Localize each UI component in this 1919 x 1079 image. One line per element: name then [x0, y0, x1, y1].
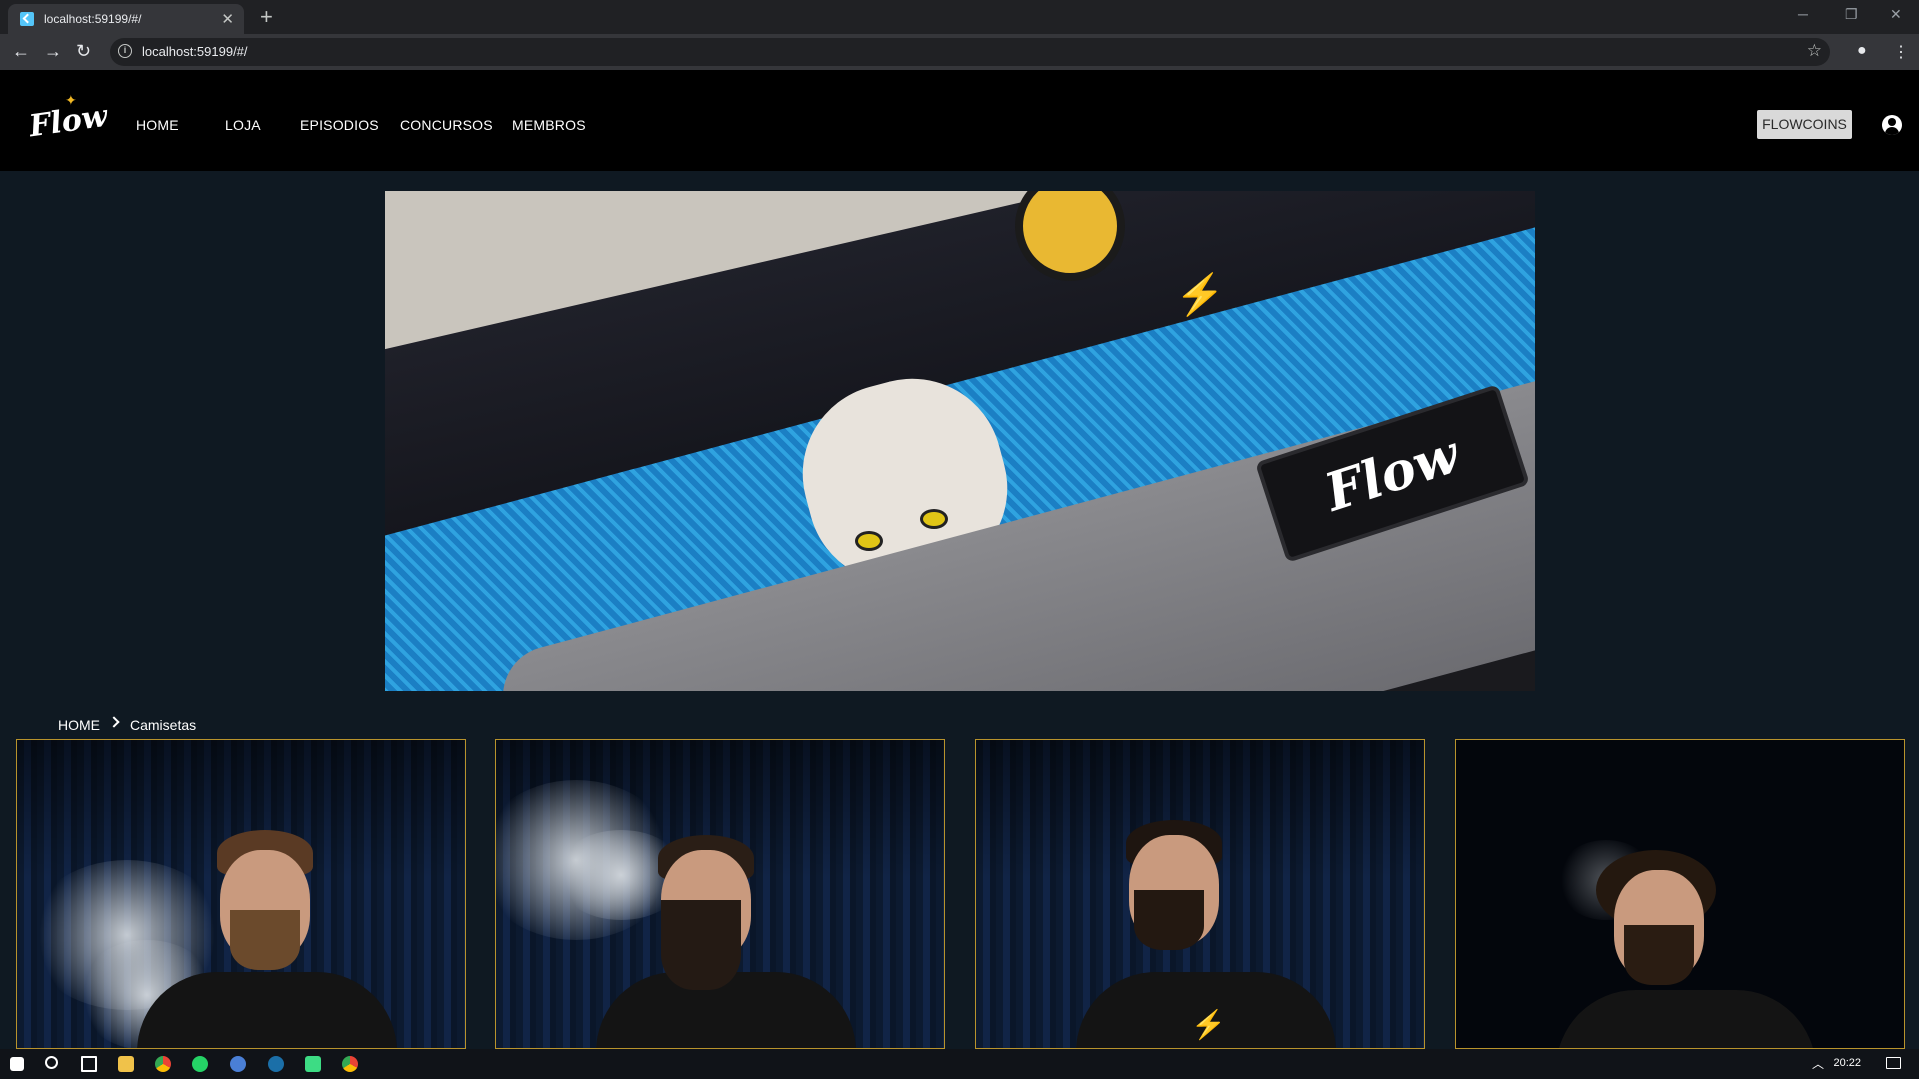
breadcrumb-home[interactable]: HOME: [58, 717, 100, 733]
nav-episodios[interactable]: EPISODIOS: [300, 117, 379, 133]
flowcoins-button[interactable]: FLOWCOINS: [1757, 110, 1852, 139]
lightning-bolt-icon: ⚡: [1191, 1009, 1226, 1040]
nav-home[interactable]: HOME: [136, 117, 179, 133]
nav-concursos[interactable]: CONCURSOS: [400, 117, 493, 133]
product-card[interactable]: ⚡: [975, 739, 1425, 1049]
taskbar-clock[interactable]: 20:22: [1833, 1057, 1861, 1069]
chevron-up-icon[interactable]: ︿: [1812, 1055, 1824, 1072]
logo-text: Flow: [26, 98, 110, 145]
close-window-icon[interactable]: ✕: [1890, 6, 1902, 23]
browser-tabstrip: localhost:59199/#/ ✕ + ─ ❐ ✕: [0, 0, 1919, 34]
address-bar[interactable]: i localhost:59199/#/ ☆: [110, 38, 1830, 66]
forward-icon[interactable]: →: [44, 40, 62, 62]
browser-toolbar: ← → ↻ i localhost:59199/#/ ☆ ● ⋮: [0, 34, 1919, 70]
chevron-right-icon: [108, 716, 120, 728]
task-view-icon[interactable]: [81, 1056, 97, 1072]
windows-start-icon[interactable]: [10, 1057, 24, 1071]
minimize-icon[interactable]: ─: [1798, 6, 1808, 22]
url-text[interactable]: localhost:59199/#/: [142, 44, 248, 59]
menu-dots-icon[interactable]: ⋮: [1893, 42, 1909, 62]
breadcrumb-current: Camisetas: [130, 717, 197, 733]
tab-close-icon[interactable]: ✕: [221, 10, 234, 28]
chrome-icon[interactable]: [342, 1056, 358, 1072]
restore-icon[interactable]: ❐: [1845, 6, 1858, 23]
back-icon[interactable]: ←: [12, 40, 30, 62]
tab-title: localhost:59199/#/: [44, 12, 142, 26]
whatsapp-icon[interactable]: [192, 1056, 208, 1072]
bookmark-star-icon[interactable]: ☆: [1807, 41, 1822, 61]
hero-banner-image: ⚡ ⚡ Flow: [385, 191, 1535, 691]
notification-icon[interactable]: [1886, 1057, 1901, 1069]
android-studio-icon[interactable]: [305, 1056, 321, 1072]
flow-logo[interactable]: ✦ Flow: [25, 92, 110, 146]
chrome-icon[interactable]: [155, 1056, 171, 1072]
patch-text: Flow: [1317, 423, 1467, 524]
search-icon[interactable]: [45, 1056, 58, 1069]
windows-taskbar: ︿ 20:22: [0, 1049, 1919, 1079]
new-tab-button[interactable]: +: [260, 4, 273, 30]
product-card[interactable]: [16, 739, 466, 1049]
steam-icon[interactable]: [268, 1056, 284, 1072]
account-circle-icon[interactable]: [1882, 115, 1902, 135]
flutter-favicon-icon: [20, 12, 34, 26]
product-card[interactable]: [495, 739, 945, 1049]
site-info-icon[interactable]: i: [118, 44, 132, 58]
product-card[interactable]: [1455, 739, 1905, 1049]
browser-tab[interactable]: localhost:59199/#/ ✕: [8, 4, 244, 34]
nav-membros[interactable]: MEMBROS: [512, 117, 586, 133]
file-explorer-icon[interactable]: [118, 1056, 134, 1072]
lightning-bolt-icon: ⚡: [1175, 273, 1225, 317]
nav-loja[interactable]: LOJA: [225, 117, 261, 133]
profile-icon[interactable]: ●: [1857, 42, 1867, 60]
app-header: ✦ Flow HOME LOJA EPISODIOS CONCURSOS MEM…: [0, 70, 1919, 171]
reload-icon[interactable]: ↻: [76, 40, 91, 62]
app-icon[interactable]: [230, 1056, 246, 1072]
